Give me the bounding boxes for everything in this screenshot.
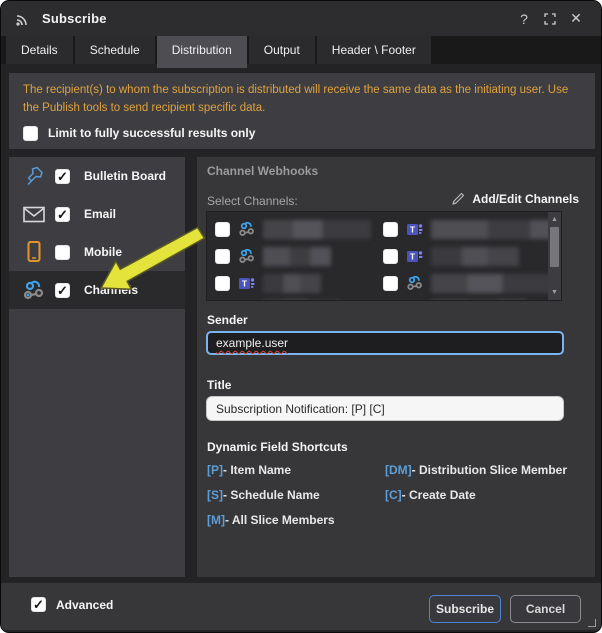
redacted-channel-name: [431, 220, 562, 239]
channel-checkbox[interactable]: [383, 249, 398, 264]
channel-row[interactable]: [383, 296, 527, 301]
email-checkbox[interactable]: [55, 207, 70, 222]
teams-icon: T: [405, 220, 424, 239]
bulletin-board-checkbox[interactable]: [55, 169, 70, 184]
redacted-channel-name: [263, 247, 331, 266]
tab-schedule[interactable]: Schedule: [75, 36, 155, 64]
webhook-icon: [21, 278, 47, 302]
channel-row[interactable]: T: [383, 243, 519, 269]
shortcut-item-s: [S]- Schedule Name: [207, 488, 320, 502]
sidebar-item-bulletin-board[interactable]: Bulletin Board: [9, 157, 185, 195]
mobile-icon: [21, 240, 47, 264]
subscribe-dialog: Subscribe ? ✕ Details Schedule Distribut…: [0, 0, 602, 633]
limit-results-label: Limit to fully successful results only: [48, 126, 255, 140]
redacted-channel-name: [431, 300, 527, 302]
select-channels-label: Select Channels:: [207, 194, 298, 208]
shortcut-item-c: [C]- Create Date: [385, 488, 476, 502]
notice-text: The recipient(s) to whom the subscriptio…: [23, 82, 581, 118]
sidebar-item-channels[interactable]: Channels: [9, 271, 185, 309]
sender-label: Sender: [207, 313, 248, 327]
sender-input[interactable]: example.user: [206, 331, 564, 355]
channel-checkbox[interactable]: [215, 249, 230, 264]
channel-row[interactable]: [215, 216, 371, 242]
shortcuts-header: Dynamic Field Shortcuts: [207, 440, 348, 454]
pencil-icon: [451, 191, 466, 206]
redacted-channel-name: [263, 220, 371, 239]
sidebar-item-label: Email: [84, 207, 116, 221]
scrollbar-thumb[interactable]: [550, 227, 559, 267]
limit-results-checkbox[interactable]: [23, 126, 38, 141]
title-bar: Subscribe ? ✕: [1, 1, 601, 36]
mail-icon: [21, 202, 47, 226]
channel-row[interactable]: T: [215, 270, 321, 296]
redacted-channel-name: [431, 274, 561, 293]
sidebar-item-label: Bulletin Board: [84, 169, 166, 183]
add-edit-channels-label: Add/Edit Channels: [472, 192, 579, 206]
channel-checkbox[interactable]: [215, 222, 230, 237]
tab-bar: Details Schedule Distribution Output Hea…: [1, 36, 601, 64]
channel-checkbox[interactable]: [383, 276, 398, 291]
sidebar-item-label: Channels: [84, 283, 138, 297]
tab-header-footer[interactable]: Header \ Footer: [317, 36, 431, 64]
webhook-icon: [237, 247, 256, 266]
scroll-down-icon[interactable]: ▼: [548, 286, 561, 299]
teams-icon: T: [405, 247, 424, 266]
dialog-footer: Advanced Subscribe Cancel: [1, 582, 601, 630]
tab-details[interactable]: Details: [6, 36, 73, 64]
svg-text:T: T: [409, 225, 415, 235]
title-input[interactable]: Subscription Notification: [P] [C]: [206, 396, 564, 421]
close-button[interactable]: ✕: [563, 7, 589, 31]
channel-row[interactable]: T: [383, 216, 562, 242]
svg-text:T: T: [241, 279, 247, 289]
pin-icon: [21, 164, 47, 188]
help-button[interactable]: ?: [511, 7, 537, 31]
channel-row[interactable]: T: [215, 296, 341, 301]
tab-distribution[interactable]: Distribution: [157, 36, 247, 68]
webhook-icon: [405, 274, 424, 293]
sidebar-item-mobile[interactable]: Mobile: [9, 233, 185, 271]
teams-icon: T: [237, 274, 256, 293]
redacted-channel-name: [263, 300, 341, 302]
webhook-icon: [405, 300, 424, 302]
shortcut-item-dm: [DM]- Distribution Slice Member: [385, 463, 567, 477]
notice-panel: The recipient(s) to whom the subscriptio…: [9, 73, 595, 149]
tab-output[interactable]: Output: [249, 36, 315, 64]
channel-row[interactable]: [383, 270, 561, 296]
dialog-body: The recipient(s) to whom the subscriptio…: [1, 64, 601, 632]
svg-text:T: T: [409, 252, 415, 262]
channel-list: T T T: [206, 211, 562, 301]
advanced-label: Advanced: [56, 598, 113, 612]
cancel-button[interactable]: Cancel: [510, 595, 581, 623]
shortcut-item-m: [M]- All Slice Members: [207, 513, 335, 527]
rss-subscribe-icon: [13, 9, 33, 29]
window-title: Subscribe: [42, 11, 107, 26]
subscribe-button[interactable]: Subscribe: [429, 595, 501, 623]
redacted-channel-name: [263, 274, 321, 293]
shortcut-item-p: [P]- Item Name: [207, 463, 291, 477]
advanced-checkbox[interactable]: [31, 597, 46, 612]
sidebar-item-email[interactable]: Email: [9, 195, 185, 233]
teams-icon: T: [237, 300, 256, 302]
maximize-button[interactable]: [537, 7, 563, 31]
channel-checkbox[interactable]: [383, 222, 398, 237]
channel-webhooks-panel: Channel Webhooks Select Channels: Add/Ed…: [197, 157, 595, 577]
resize-grip[interactable]: [588, 619, 596, 627]
redacted-channel-name: [431, 247, 519, 266]
mobile-checkbox[interactable]: [55, 245, 70, 260]
panel-title: Channel Webhooks: [207, 164, 318, 178]
channel-type-sidebar: Bulletin Board Email: [9, 157, 185, 577]
channel-checkbox[interactable]: [215, 276, 230, 291]
title-label: Title: [207, 378, 231, 392]
channels-checkbox[interactable]: [55, 283, 70, 298]
scroll-up-icon[interactable]: ▲: [548, 213, 561, 226]
channel-row[interactable]: [215, 243, 331, 269]
webhook-icon: [237, 220, 256, 239]
add-edit-channels-link[interactable]: Add/Edit Channels: [451, 191, 579, 206]
sender-value: example.user: [216, 336, 288, 350]
sidebar-item-label: Mobile: [84, 245, 122, 259]
channel-list-scrollbar[interactable]: ▲ ▼: [548, 212, 561, 300]
title-value: Subscription Notification: [P] [C]: [216, 402, 385, 416]
